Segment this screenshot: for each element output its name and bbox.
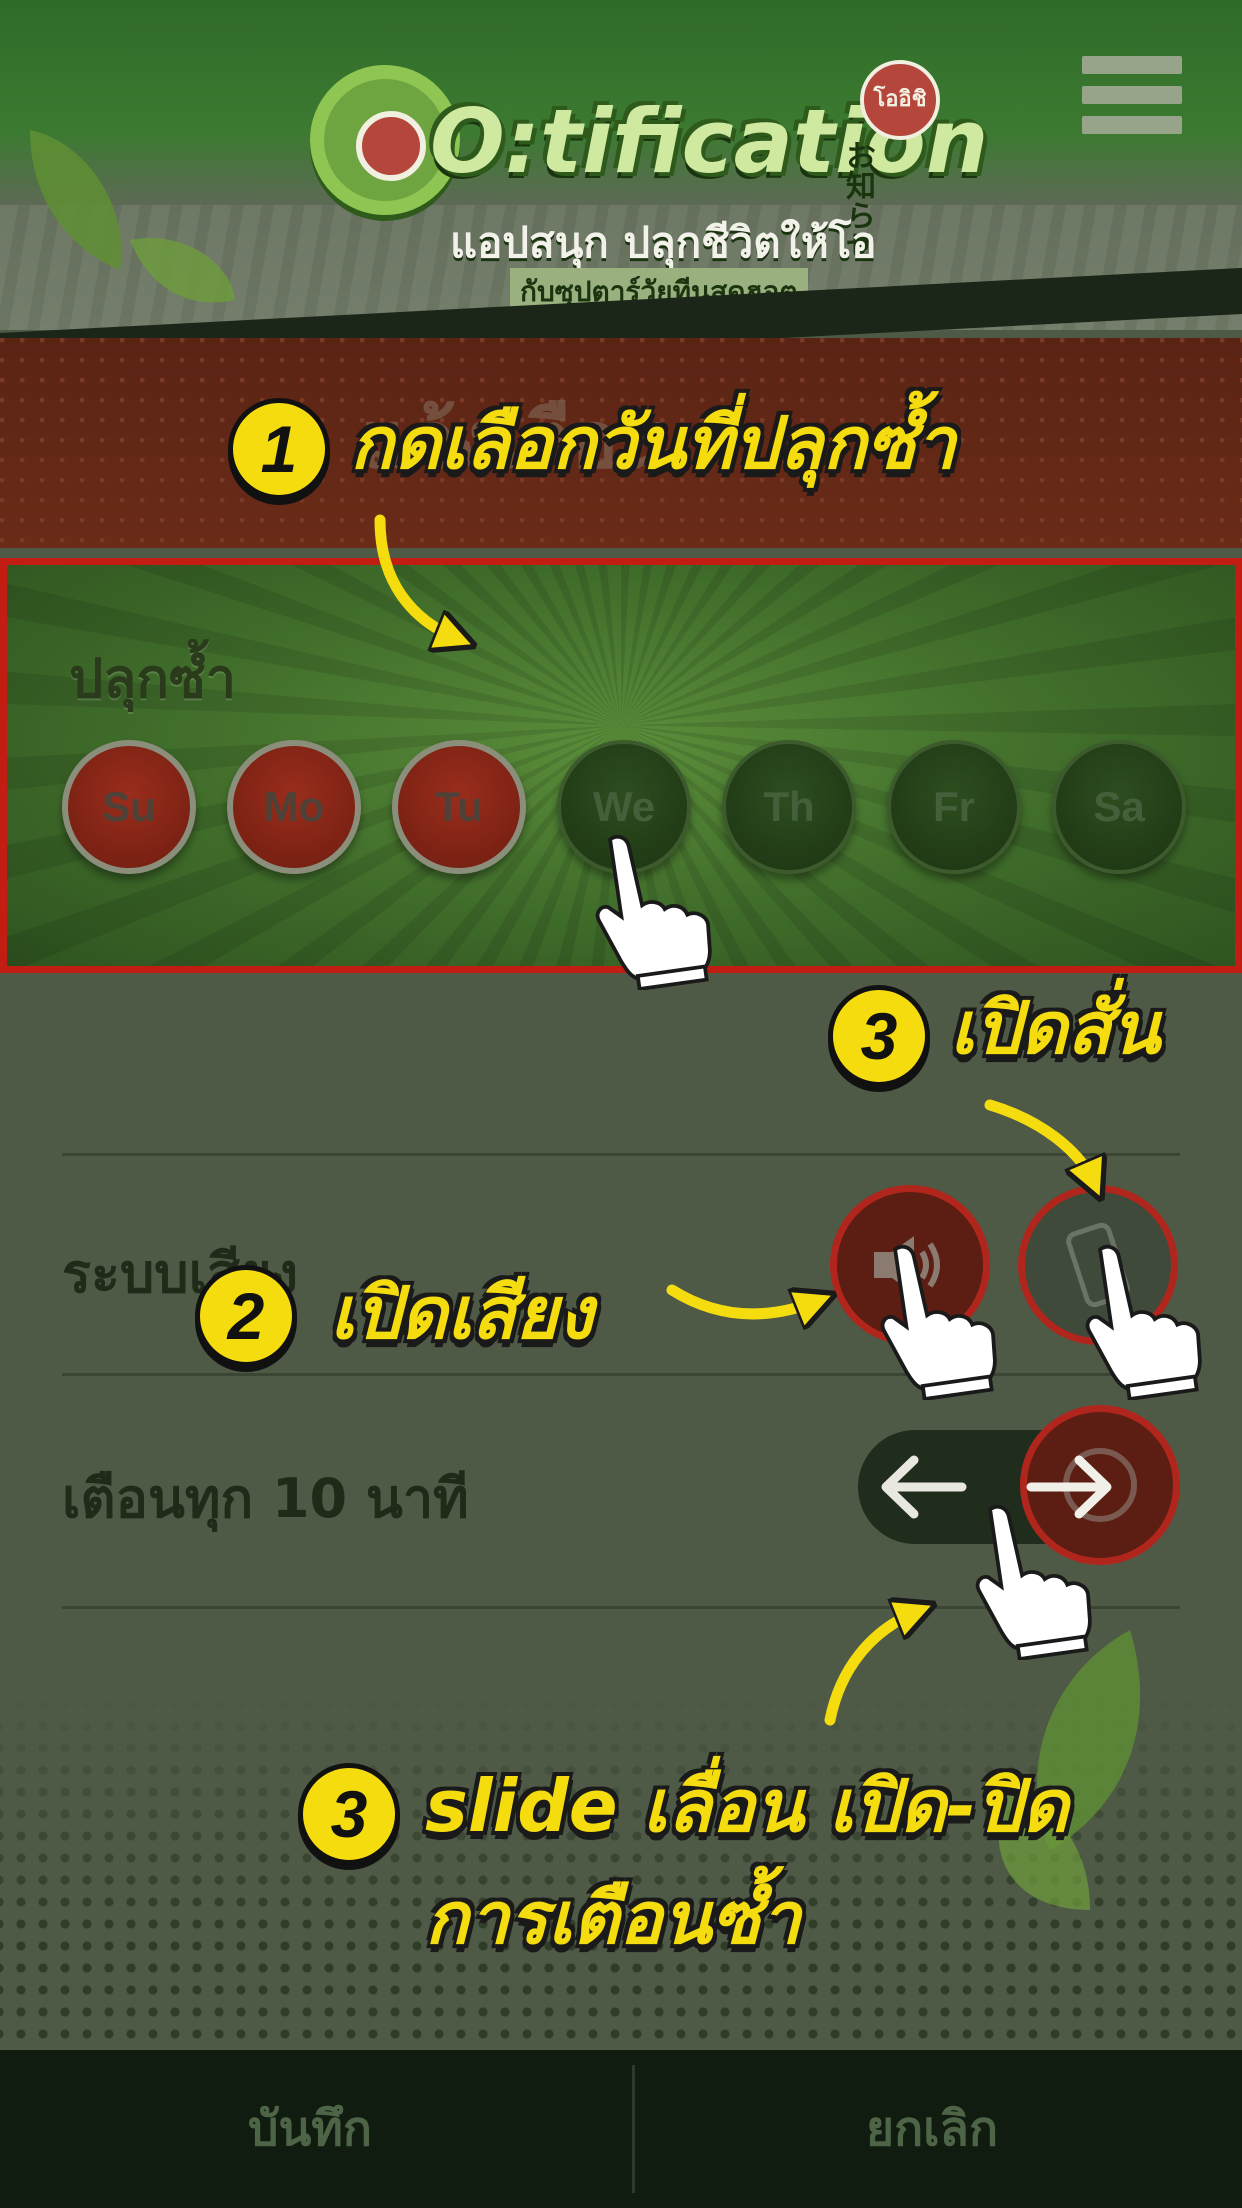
repeat-label: ปลุกซ้ำ	[69, 647, 237, 710]
save-button[interactable]: บันทึก	[0, 2050, 620, 2208]
step-3a-hint: เปิดสั่น	[950, 986, 1161, 1070]
pointing-hand-icon	[880, 1244, 997, 1400]
step-3b-hint-line1: slide เลื่อน เปิด-ปิด	[425, 1764, 1069, 1848]
step-3b-hint-line2: การเตือนซ้ำ	[425, 1876, 801, 1960]
step-3a-badge: 3	[828, 985, 930, 1087]
day-button-mo[interactable]: Mo	[227, 740, 361, 874]
step-1-hint: กดเลือกวันที่ปลุกซ้ำ	[350, 401, 956, 485]
cancel-button[interactable]: ยกเลิก	[622, 2050, 1242, 2208]
brand-seal: โออิชิ	[860, 60, 940, 140]
day-button-fr[interactable]: Fr	[887, 740, 1021, 874]
step-3b-badge: 3	[298, 1763, 400, 1865]
step-1-badge: 1	[228, 398, 330, 500]
app-logo: O:tification โออิชิ お知らせ แอปสนุก ปลุกชีว…	[290, 20, 988, 316]
pointing-hand-icon	[1085, 1244, 1202, 1400]
step-2-badge: 2	[195, 1265, 297, 1367]
divider	[62, 1153, 1180, 1156]
day-button-th[interactable]: Th	[722, 740, 856, 874]
logo-tagline: แอปสนุก ปลุกชีวิตให้โอ	[450, 218, 877, 267]
pointing-hand-icon	[595, 834, 712, 990]
tea-leaf-icon	[30, 130, 235, 303]
day-button-tu[interactable]: Tu	[392, 740, 526, 874]
snooze-setting-label: เตือนทุก 10 นาที	[62, 1467, 469, 1530]
arrow-left-icon	[881, 1455, 967, 1519]
step-2-hint: เปิดเสียง	[330, 1271, 593, 1355]
bottom-action-bar: บันทึก ยกเลิก	[0, 2050, 1242, 2208]
day-button-su[interactable]: Su	[62, 740, 196, 874]
pointing-hand-icon	[975, 1504, 1092, 1660]
hamburger-menu-icon[interactable]	[1082, 56, 1182, 142]
day-button-sa[interactable]: Sa	[1052, 740, 1186, 874]
